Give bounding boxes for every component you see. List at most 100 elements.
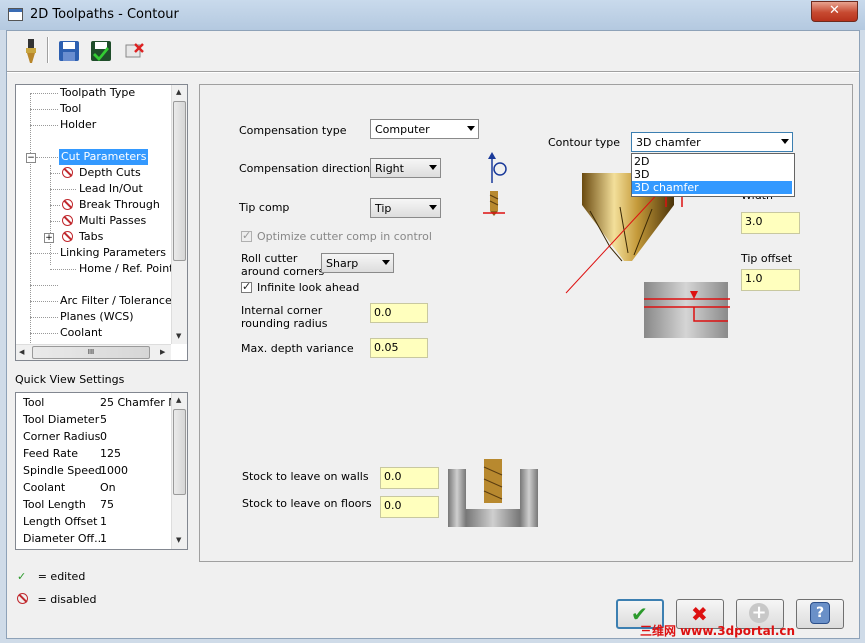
tree-horizontal-scrollbar[interactable]: ◀ III ▶ bbox=[16, 344, 171, 360]
qv-value: 5 bbox=[100, 413, 107, 426]
save-apply-icon[interactable] bbox=[87, 37, 115, 65]
edited-check-icon: ✓ bbox=[17, 570, 27, 583]
save-icon[interactable] bbox=[55, 37, 83, 65]
width-field[interactable]: 3.0 bbox=[741, 212, 800, 234]
tree-item-lead-in-out[interactable]: Lead In/Out bbox=[79, 181, 143, 197]
chevron-down-icon bbox=[781, 139, 789, 144]
scroll-right-icon[interactable]: ▶ bbox=[160, 348, 165, 356]
tree-item-linking-parameters[interactable]: Linking Parameters bbox=[60, 245, 166, 261]
scroll-up-icon[interactable]: ▲ bbox=[176, 88, 181, 96]
roll-cutter-value: Sharp bbox=[326, 257, 359, 270]
list-item: Corner Radius 0 bbox=[16, 428, 172, 445]
quick-view-list[interactable]: Tool 25 Chamfer Mi Tool Diameter5 Corner … bbox=[15, 392, 188, 550]
tree-connector bbox=[30, 285, 58, 286]
collapse-icon[interactable]: − bbox=[26, 153, 36, 163]
scroll-thumb[interactable] bbox=[173, 409, 186, 495]
list-item: Tool 25 Chamfer Mi bbox=[16, 394, 172, 411]
compensation-direction-value: Right bbox=[375, 162, 404, 175]
tree-connector bbox=[30, 125, 58, 126]
tip-comp-icon bbox=[483, 189, 507, 223]
plus-icon: + bbox=[749, 603, 769, 623]
scroll-thumb[interactable] bbox=[173, 101, 186, 261]
tree-item-toolpath-type[interactable]: Toolpath Type bbox=[60, 85, 135, 101]
tree-item-depth-cuts[interactable]: Depth Cuts bbox=[79, 165, 141, 181]
disabled-icon bbox=[62, 215, 73, 226]
qv-key: Length Offset bbox=[23, 515, 98, 528]
tree-item-multi-passes[interactable]: Multi Passes bbox=[79, 213, 146, 229]
legend-edited: ✓ = edited bbox=[17, 569, 85, 585]
optimize-checkbox[interactable] bbox=[241, 229, 252, 242]
qv-value: 125 bbox=[100, 447, 121, 460]
contour-option-3d-chamfer[interactable]: 3D chamfer bbox=[632, 181, 792, 194]
tree-item-arc-filter[interactable]: Arc Filter / Tolerance bbox=[60, 293, 172, 309]
close-button[interactable]: ✕ bbox=[811, 1, 858, 22]
tip-offset-field[interactable]: 1.0 bbox=[741, 269, 800, 291]
tool-icon[interactable] bbox=[17, 37, 45, 65]
legend-disabled: = disabled bbox=[17, 592, 97, 608]
qv-key: Tool Diameter bbox=[23, 413, 100, 426]
qv-key: Corner Radius bbox=[23, 430, 101, 443]
tree-item-holder[interactable]: Holder bbox=[60, 117, 96, 133]
qv-value: 25 Chamfer Mi bbox=[100, 396, 172, 409]
tree-item-break-through[interactable]: Break Through bbox=[79, 197, 160, 213]
qv-value: 1000 bbox=[100, 464, 128, 477]
tree-connector bbox=[30, 253, 58, 254]
tree-item-home-ref-points[interactable]: Home / Ref. Points bbox=[79, 261, 179, 277]
tree-item-tool[interactable]: Tool bbox=[60, 101, 81, 117]
quick-view-scrollbar[interactable]: ▲ ▼ bbox=[171, 393, 187, 549]
tree-connector bbox=[50, 269, 76, 270]
qv-key: Spindle Speed bbox=[23, 464, 102, 477]
scroll-up-icon[interactable]: ▲ bbox=[176, 396, 181, 404]
tree-vertical-scrollbar[interactable]: ▲ ▼ bbox=[171, 85, 187, 344]
expand-icon[interactable]: + bbox=[44, 233, 54, 243]
parameter-tree[interactable]: Toolpath Type Tool Holder − Cut Paramete… bbox=[15, 84, 188, 361]
stock-floors-field[interactable]: 0.0 bbox=[380, 496, 439, 518]
tip-comp-value: Tip bbox=[375, 202, 392, 215]
stock-walls-field[interactable]: 0.0 bbox=[380, 467, 439, 489]
max-depth-variance-field[interactable]: 0.05 bbox=[370, 338, 428, 358]
help-button[interactable]: ? bbox=[796, 599, 844, 629]
compensation-type-select[interactable]: Computer bbox=[370, 119, 479, 139]
quick-view-title: Quick View Settings bbox=[15, 373, 125, 386]
dialog-client: Toolpath Type Tool Holder − Cut Paramete… bbox=[6, 30, 860, 639]
tree-connector bbox=[50, 173, 60, 174]
tree-connector bbox=[30, 93, 58, 94]
contour-type-select[interactable]: 3D chamfer bbox=[631, 132, 793, 152]
contour-option-3d[interactable]: 3D bbox=[632, 168, 792, 181]
list-item: Spindle Speed 1000 bbox=[16, 462, 172, 479]
internal-corner-field[interactable]: 0.0 bbox=[370, 303, 428, 323]
tip-comp-select[interactable]: Tip bbox=[370, 198, 441, 218]
toolbar-divider bbox=[7, 71, 859, 73]
list-item: Coolant On bbox=[16, 479, 172, 496]
delete-icon[interactable] bbox=[121, 37, 149, 65]
tree-item-coolant[interactable]: Coolant bbox=[60, 325, 102, 341]
list-item: Diameter Off... 1 bbox=[16, 530, 172, 547]
qv-value: 1 bbox=[100, 515, 107, 528]
toolbar bbox=[7, 31, 859, 71]
qv-key: Coolant bbox=[23, 481, 66, 494]
tree-item-tabs[interactable]: Tabs bbox=[79, 229, 103, 245]
tree-item-planes[interactable]: Planes (WCS) bbox=[60, 309, 134, 325]
list-item: Tool Diameter 5 bbox=[16, 411, 172, 428]
contour-option-2d[interactable]: 2D bbox=[632, 155, 792, 168]
compensation-type-label: Compensation type bbox=[239, 124, 347, 137]
compensation-direction-select[interactable]: Right bbox=[370, 158, 441, 178]
list-item: Tool Length 75 bbox=[16, 496, 172, 513]
scroll-left-icon[interactable]: ◀ bbox=[19, 348, 24, 356]
contour-type-dropdown[interactable]: 2D 3D 3D chamfer bbox=[631, 153, 795, 197]
tree-connector bbox=[50, 205, 60, 206]
scroll-down-icon[interactable]: ▼ bbox=[176, 332, 181, 340]
scroll-thumb[interactable]: III bbox=[32, 346, 150, 359]
internal-corner-label-1: Internal corner bbox=[241, 304, 323, 317]
chamfer-illustration bbox=[560, 173, 760, 368]
stock-walls-label: Stock to leave on walls bbox=[242, 470, 369, 483]
stock-floors-label: Stock to leave on floors bbox=[242, 497, 372, 510]
chevron-down-icon bbox=[429, 205, 437, 210]
scroll-down-icon[interactable]: ▼ bbox=[176, 536, 181, 544]
roll-cutter-select[interactable]: Sharp bbox=[321, 253, 394, 273]
contour-type-value: 3D chamfer bbox=[636, 136, 701, 149]
tree-item-cut-parameters[interactable]: Cut Parameters bbox=[59, 149, 149, 165]
infinite-look-ahead-checkbox[interactable] bbox=[241, 280, 252, 293]
disabled-icon bbox=[62, 231, 73, 242]
stock-illustration bbox=[448, 457, 540, 527]
